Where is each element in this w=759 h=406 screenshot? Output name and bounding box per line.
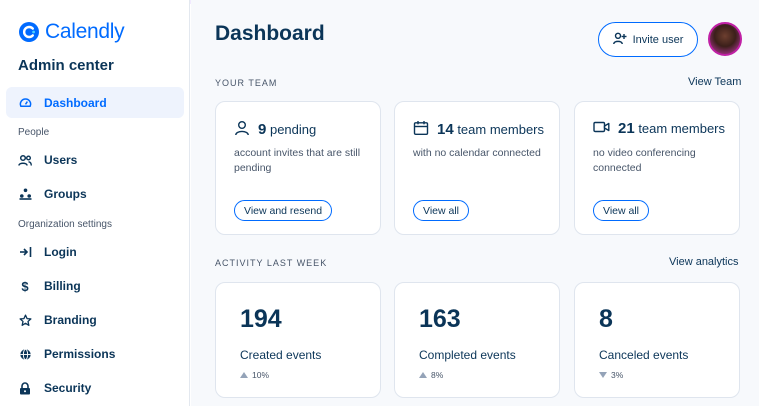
calendar-icon bbox=[413, 120, 429, 139]
your-team-heading: YOUR TEAM bbox=[215, 78, 278, 88]
sidebar-item-permissions[interactable]: Permissions bbox=[6, 338, 184, 370]
sidebar-item-label: Dashboard bbox=[44, 95, 107, 110]
logo-wordmark: Calendly bbox=[45, 20, 125, 43]
trend-down-icon bbox=[599, 372, 607, 378]
completed-events-card: 163 Completed events 8% bbox=[394, 282, 560, 398]
card-description: account invites that are still pending bbox=[234, 147, 361, 174]
view-all-video-button[interactable]: View all bbox=[593, 200, 649, 221]
metric-label: Created events bbox=[240, 348, 322, 362]
avatar[interactable] bbox=[708, 22, 742, 56]
sidebar-item-label: Users bbox=[44, 153, 78, 167]
card-header: 21 team members bbox=[593, 120, 725, 137]
card-unit: team members bbox=[457, 122, 545, 137]
card-count: 9 bbox=[258, 121, 267, 138]
card-unit: team members bbox=[638, 121, 726, 136]
metric-trend: 3% bbox=[599, 370, 623, 380]
sidebar-item-label: Groups bbox=[44, 187, 87, 201]
card-header: 9 pending bbox=[234, 120, 316, 139]
sidebar-nav: Dashboard People Users Groups Organizati… bbox=[0, 87, 190, 406]
card-description: no video conferencing connected bbox=[593, 147, 696, 174]
trend-up-icon bbox=[240, 372, 248, 378]
calendly-logo-icon bbox=[19, 22, 39, 42]
groups-icon bbox=[18, 187, 32, 201]
sidebar-item-label: Permissions bbox=[44, 347, 116, 361]
metric-value: 194 bbox=[240, 305, 282, 333]
trend-up-icon bbox=[419, 372, 427, 378]
metric-value: 163 bbox=[419, 305, 461, 333]
org-settings-section-label: Organization settings bbox=[18, 218, 112, 230]
login-arrow-icon bbox=[18, 245, 32, 259]
sidebar-item-label: Billing bbox=[44, 279, 81, 293]
canceled-events-card: 8 Canceled events 3% bbox=[574, 282, 740, 398]
sidebar-item-dashboard[interactable]: Dashboard bbox=[6, 87, 184, 118]
card-unit: pending bbox=[269, 122, 317, 137]
metric-trend: 10% bbox=[240, 370, 269, 380]
trend-value: 8% bbox=[431, 370, 444, 380]
view-all-calendar-button[interactable]: View all bbox=[413, 200, 469, 221]
sidebar-item-billing[interactable]: $ Billing bbox=[6, 270, 184, 302]
activity-heading: ACTIVITY LAST WEEK bbox=[215, 258, 328, 268]
lock-icon bbox=[18, 381, 32, 395]
pending-invites-card: 9 pending account invites that are still… bbox=[215, 101, 381, 235]
star-icon bbox=[18, 313, 32, 327]
no-calendar-card: 14 team members with no calendar connect… bbox=[394, 101, 560, 235]
card-count: 21 bbox=[618, 120, 635, 137]
trend-value: 3% bbox=[611, 370, 624, 380]
invite-user-button[interactable]: Invite user bbox=[598, 22, 698, 57]
sidebar-item-security[interactable]: Security bbox=[6, 372, 184, 404]
globe-icon bbox=[18, 347, 32, 361]
dollar-icon: $ bbox=[21, 278, 29, 294]
created-events-card: 194 Created events 10% bbox=[215, 282, 381, 398]
sidebar-item-groups[interactable]: Groups bbox=[6, 178, 184, 210]
view-team-link[interactable]: View Team bbox=[688, 76, 741, 88]
view-and-resend-button[interactable]: View and resend bbox=[234, 200, 333, 221]
sidebar-item-users[interactable]: Users bbox=[6, 144, 184, 176]
metric-label: Canceled events bbox=[599, 348, 689, 362]
trend-value: 10% bbox=[252, 370, 270, 380]
view-analytics-link[interactable]: View analytics bbox=[669, 256, 739, 268]
metric-value: 8 bbox=[599, 305, 613, 333]
add-user-icon bbox=[612, 32, 627, 48]
sidebar: Calendly Admin center Dashboard People U… bbox=[0, 0, 190, 406]
people-section-label: People bbox=[18, 126, 50, 138]
video-camera-icon bbox=[593, 120, 610, 137]
card-header: 14 team members bbox=[413, 120, 544, 139]
admin-center-title: Admin center bbox=[18, 57, 114, 74]
invite-user-label: Invite user bbox=[632, 33, 684, 46]
no-video-card: 21 team members no video conferencing co… bbox=[574, 101, 740, 235]
users-icon bbox=[18, 153, 32, 167]
card-description: with no calendar connected bbox=[413, 147, 541, 159]
metric-label: Completed events bbox=[419, 348, 516, 362]
sidebar-item-label: Login bbox=[44, 245, 77, 259]
person-icon bbox=[234, 120, 250, 139]
card-count: 14 bbox=[437, 121, 454, 138]
sidebar-item-login[interactable]: Login bbox=[6, 236, 184, 268]
dashboard-gauge-icon bbox=[18, 96, 32, 110]
sidebar-item-label: Branding bbox=[44, 313, 97, 327]
sidebar-item-branding[interactable]: Branding bbox=[6, 304, 184, 336]
calendly-logo[interactable]: Calendly bbox=[18, 20, 125, 44]
page-title: Dashboard bbox=[215, 22, 325, 45]
metric-trend: 8% bbox=[419, 370, 443, 380]
sidebar-item-label: Security bbox=[44, 381, 92, 395]
main-content: Dashboard Invite user YOUR TEAM View Tea… bbox=[191, 0, 759, 406]
